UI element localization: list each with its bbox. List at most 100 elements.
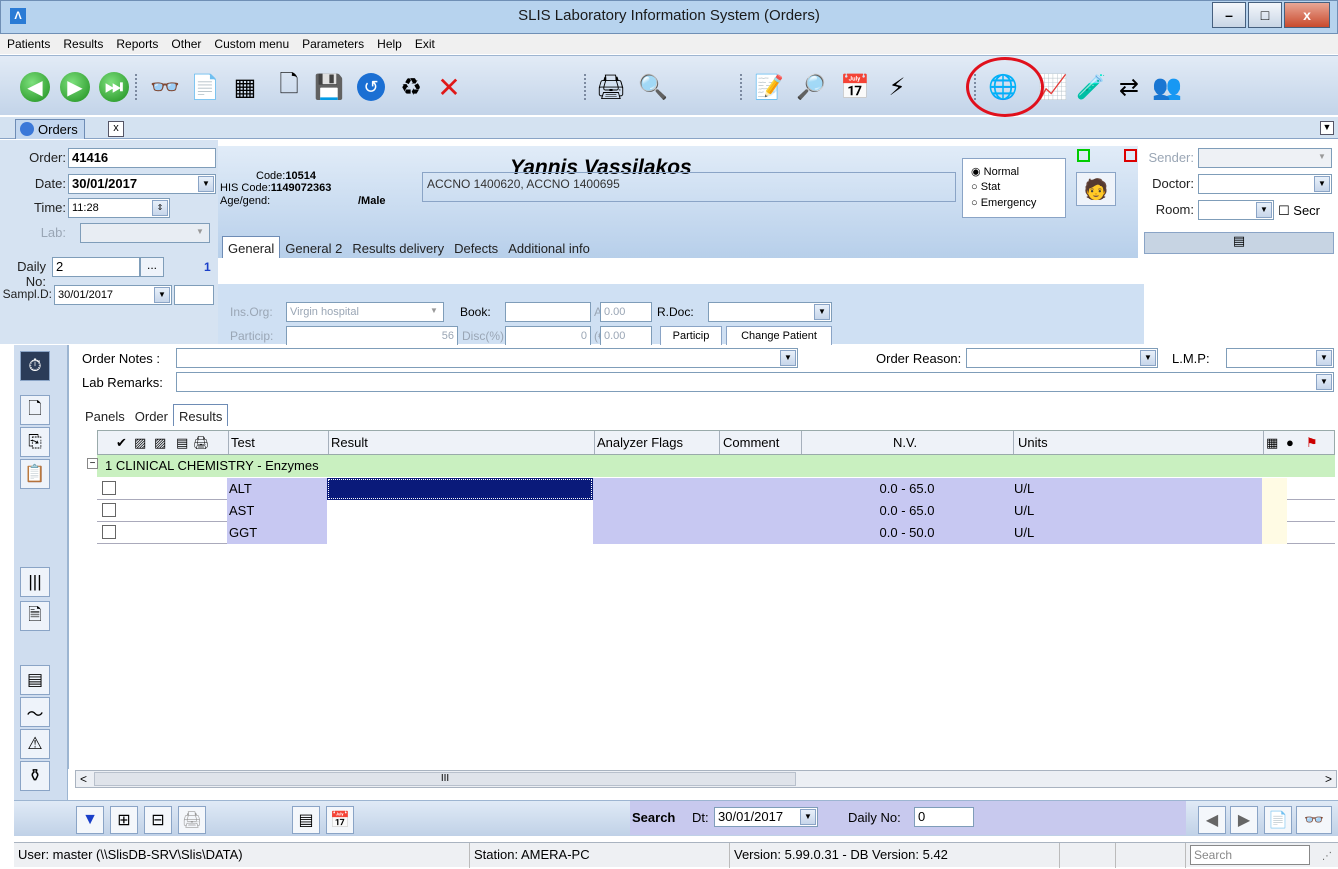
barcode-icon[interactable]: ||| [20,567,50,597]
status-search-input[interactable]: Search [1190,845,1310,865]
menu-patients[interactable]: Patients [0,34,56,51]
report-icon[interactable]: 🗎 [20,601,50,631]
schedule-icon[interactable]: 📅 [326,806,354,834]
doctor-select[interactable]: ▼ [1198,174,1332,194]
chevron-down-icon[interactable]: ▼ [1140,350,1156,366]
horizontal-scrollbar[interactable]: < III > [75,770,1337,788]
flag-icon[interactable]: ⚑ [1306,435,1318,451]
tab-additional-info[interactable]: Additional info [503,237,595,259]
result-cell[interactable] [327,478,593,500]
tab-menu-button[interactable]: ▼ [1320,121,1334,135]
tab-defects[interactable]: Defects [449,237,503,259]
priority-stat[interactable]: ○ Stat [971,181,1000,193]
tab-orders[interactable]: Orders [15,119,85,139]
print-icon[interactable]: 🖨 [594,70,628,104]
time-spinner[interactable]: ⇕ [152,200,168,216]
menu-reports[interactable]: Reports [109,34,164,51]
sender-select[interactable]: ▼ [1198,148,1332,168]
menu-custom[interactable]: Custom menu [207,34,295,51]
order-notes-field[interactable]: ▼ [176,348,798,368]
edit-icon[interactable]: 📝 [752,70,786,104]
result-cell[interactable] [327,500,593,522]
col-test[interactable]: Test [231,435,255,450]
tree-expand-icon[interactable]: ⊞ [110,806,138,834]
date-field[interactable]: 30/01/2017 ▼ [68,174,216,194]
row-checkbox[interactable] [102,481,116,495]
col-units[interactable]: Units [1018,435,1048,450]
col-nv[interactable]: N.V. [893,435,917,450]
new-page-icon[interactable]: 🗋 [20,395,50,425]
sphere-column-icon[interactable]: ● [1286,435,1294,450]
save-icon[interactable]: 💾 [312,70,346,104]
collapse-icon[interactable]: − [87,458,98,469]
scroll-left-button[interactable]: < [80,772,87,786]
paste-icon[interactable]: 📋 [20,459,50,489]
subtab-panels[interactable]: Panels [80,405,130,427]
table-row[interactable]: ALT 0.0 - 65.0 U/L [97,478,1335,500]
row-checkbox[interactable] [102,503,116,517]
bottle-icon[interactable]: ⚱ [20,761,50,791]
menu-other[interactable]: Other [164,34,207,51]
edit-patient-icon[interactable]: 🧑 [1076,172,1116,206]
priority-normal[interactable]: ◉ Normal [971,165,1019,178]
priority-emergency[interactable]: ○ Emergency [971,197,1036,209]
row-checkbox[interactable] [102,525,116,539]
abs-field[interactable]: 0.00 [600,302,652,322]
red-flag-checkbox[interactable] [1124,149,1137,162]
calculator-icon[interactable]: ▤ [292,806,320,834]
lab-remarks-field[interactable]: ▼ [176,372,1334,392]
lightning-icon[interactable]: ⚡ [880,70,914,104]
minimize-button[interactable]: – [1212,2,1246,28]
secr-checkbox[interactable]: ☐ Secr [1278,203,1320,219]
transfer-icon[interactable]: ⇄ [1112,70,1146,104]
particip-field[interactable]: 56 [286,326,458,346]
particip-button[interactable]: Particip [660,326,722,346]
undo-icon[interactable]: ↺ [354,70,388,104]
tab-general-2[interactable]: General 2 [280,237,347,259]
disc-field[interactable]: 0 [505,326,591,346]
subtab-order[interactable]: Order [130,405,173,427]
sampl-time-field[interactable] [174,285,214,305]
eur-field[interactable]: 0.00 [600,326,652,346]
order-reason-select[interactable]: ▼ [966,348,1158,368]
search-daily-field[interactable]: 0 [914,807,974,827]
chevron-down-icon[interactable]: ▼ [154,287,170,303]
filter-icon[interactable]: ▼ [76,806,104,834]
result-cell[interactable] [327,522,593,544]
col-analyzer-flags[interactable]: Analyzer Flags [597,435,683,450]
document-search-icon[interactable]: 📄 [188,70,222,104]
close-button[interactable]: x [1284,2,1330,28]
glasses-search-icon[interactable]: 👓 [1296,806,1332,834]
new-document-icon[interactable]: 🗋 [272,70,306,104]
green-flag-checkbox[interactable] [1077,149,1090,162]
find-icon[interactable]: 🔎 [794,70,828,104]
scroll-thumb[interactable]: III [94,772,796,786]
refresh-icon[interactable]: ♻ [394,70,428,104]
subtab-results[interactable]: Results [172,404,229,426]
menu-exit[interactable]: Exit [408,34,441,51]
tab-close-button[interactable]: x [108,121,124,137]
chevron-down-icon[interactable]: ▼ [198,176,214,192]
tree-collapse-icon[interactable]: ⊟ [144,806,172,834]
export-column-icon[interactable]: ▦ [1266,435,1278,451]
col-comment[interactable]: Comment [723,435,779,450]
menu-parameters[interactable]: Parameters [295,34,370,51]
tab-results-delivery[interactable]: Results delivery [347,237,449,259]
warning-icon[interactable]: ⚠ [20,729,50,759]
table-row[interactable]: AST 0.0 - 65.0 U/L [97,500,1335,522]
daily-no-browse-button[interactable]: ... [140,257,164,277]
chevron-down-icon[interactable]: ▼ [1314,176,1330,192]
users-icon[interactable]: 👥 [1150,70,1184,104]
delete-icon[interactable]: ✕ [432,70,466,104]
sampl-date-field[interactable]: 30/01/2017 ▼ [54,285,172,305]
glasses-icon[interactable]: 👓 [148,70,182,104]
lmp-field[interactable]: ▼ [1226,348,1334,368]
table-icon[interactable]: ▦ [228,70,262,104]
order-number-field[interactable]: 41416 [68,148,216,168]
chevron-down-icon[interactable]: ▼ [1316,374,1332,390]
chevron-down-icon[interactable]: ▼ [800,809,816,825]
time-field[interactable]: 11:28 ⇕ [68,198,170,218]
form-icon[interactable]: ▤ [20,665,50,695]
chevron-down-icon[interactable]: ▼ [1316,350,1332,366]
next-icon[interactable]: ▶ [1230,806,1258,834]
